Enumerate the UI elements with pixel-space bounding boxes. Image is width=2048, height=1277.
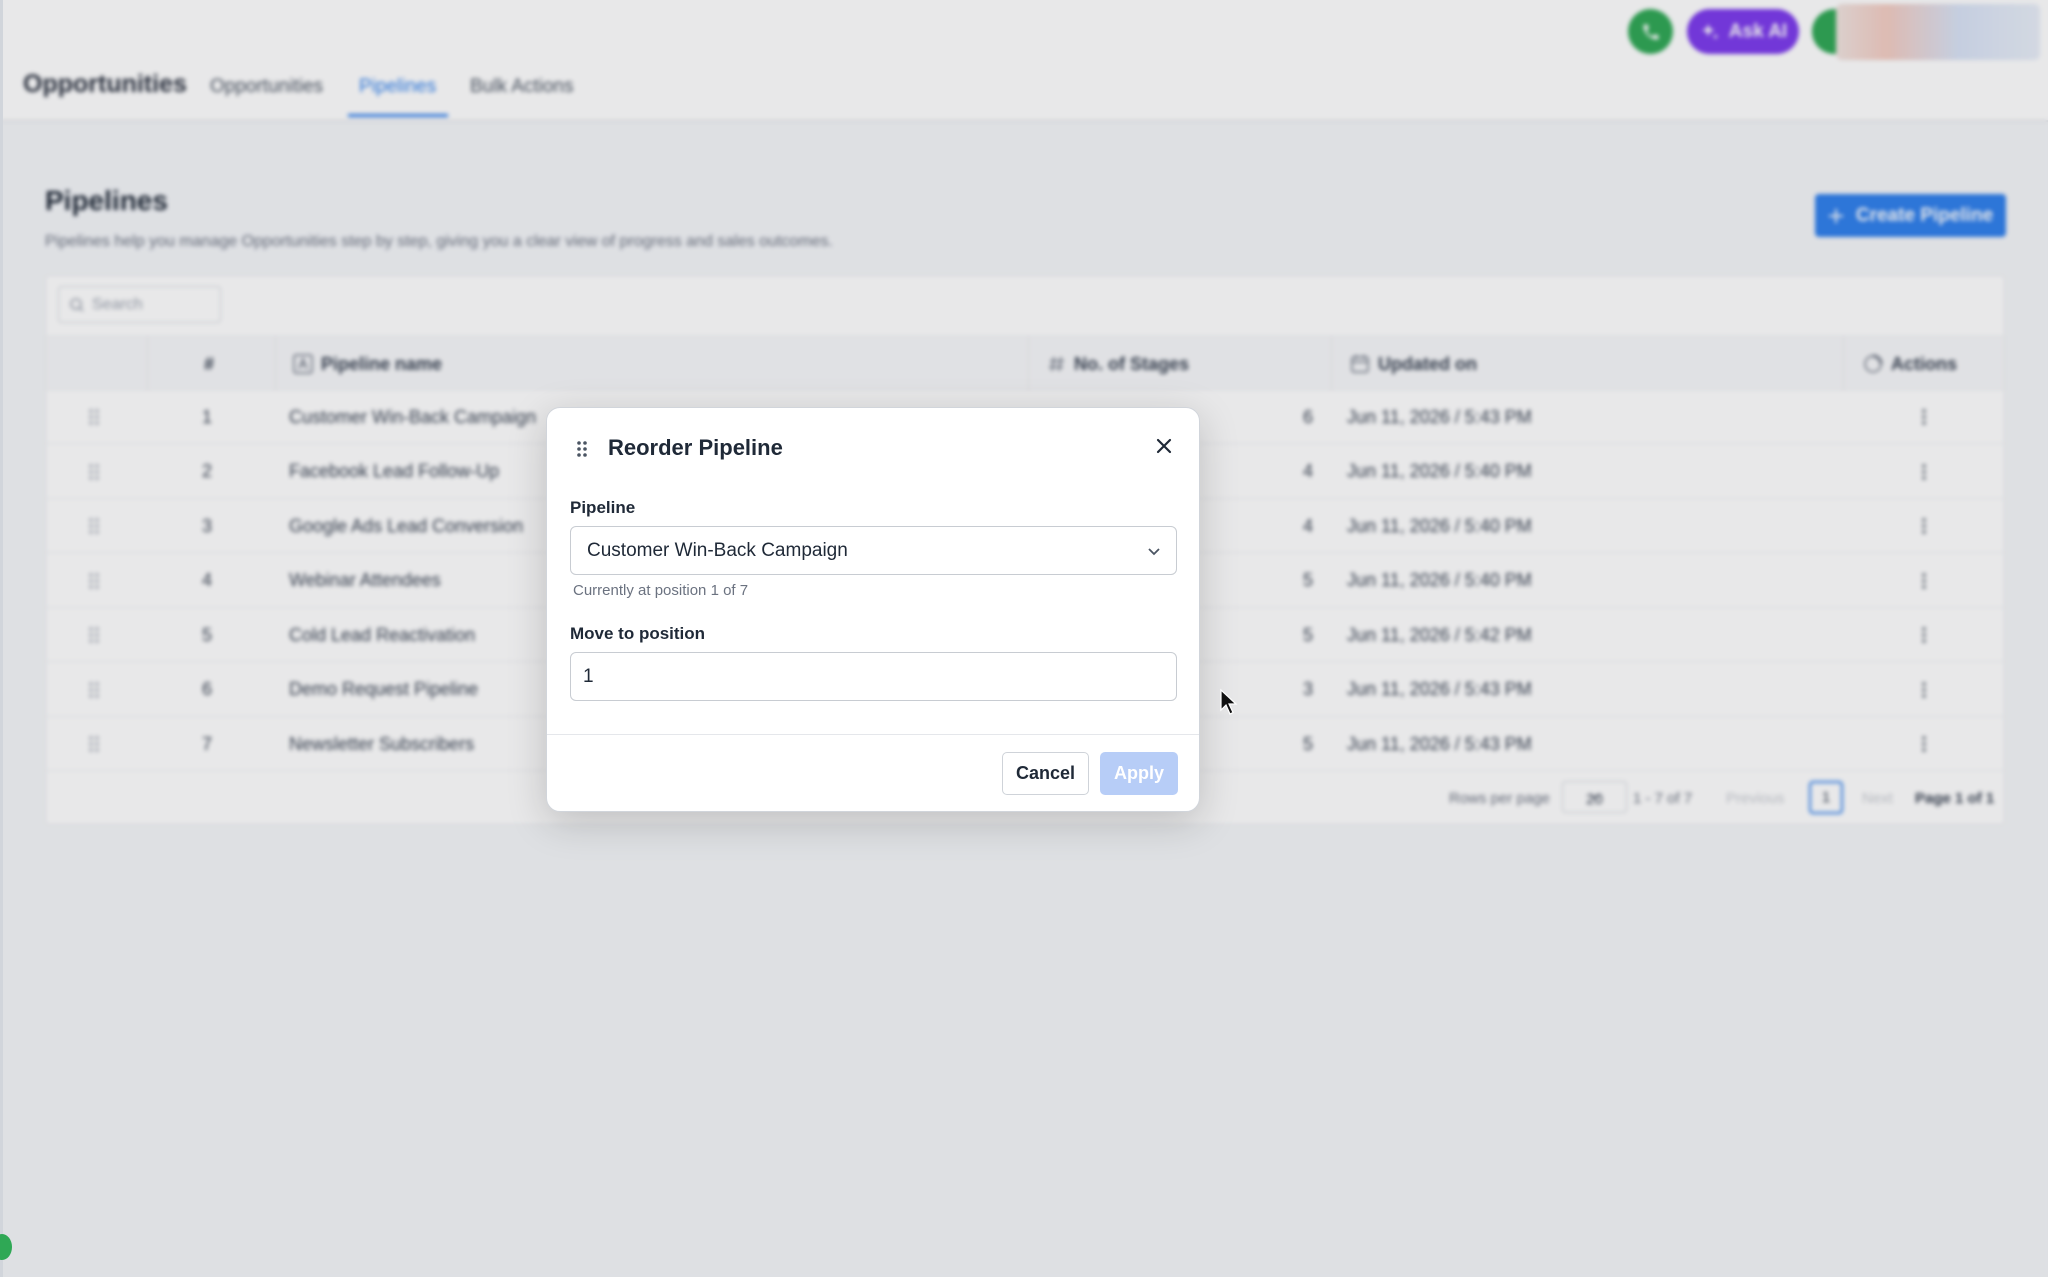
close-icon — [1156, 438, 1172, 454]
left-edge — [0, 0, 3, 1277]
position-field-label: Move to position — [570, 624, 706, 643]
dialog-header: Reorder Pipeline — [547, 408, 1199, 478]
move-to-position-input[interactable] — [570, 652, 1177, 701]
close-button[interactable] — [1152, 434, 1176, 458]
dialog-divider — [547, 734, 1199, 735]
mouse-cursor-icon — [1220, 688, 1238, 715]
reorder-pipeline-dialog: Reorder Pipeline Pipeline Customer Win-B… — [546, 407, 1200, 812]
chevron-down-icon — [1148, 548, 1160, 556]
dialog-title: Reorder Pipeline — [608, 435, 783, 460]
position-helper-text: Currently at position 1 of 7 — [573, 582, 749, 599]
pipeline-select-value: Customer Win-Back Campaign — [587, 539, 848, 561]
pipeline-select[interactable]: Customer Win-Back Campaign — [570, 526, 1177, 575]
cancel-button[interactable]: Cancel — [1002, 752, 1089, 795]
drag-handle-icon — [577, 441, 587, 457]
apply-button[interactable]: Apply — [1100, 752, 1178, 795]
pipeline-field-label: Pipeline — [570, 498, 636, 517]
